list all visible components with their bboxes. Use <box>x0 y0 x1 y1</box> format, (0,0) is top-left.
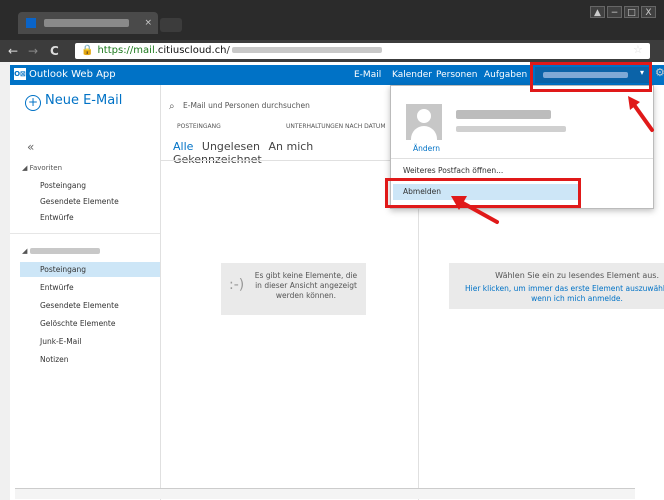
browser-titlebar: × ▲ − □ X <box>0 0 664 40</box>
tab-favicon-icon <box>26 17 36 28</box>
gear-icon[interactable]: ⚙ <box>655 66 664 79</box>
new-mail-button[interactable]: + Neue E-Mail <box>25 93 122 111</box>
filter-bar: Alle Ungelesen An mich Gekennzeichnet <box>173 140 391 166</box>
sort-by-date-button[interactable]: UNTERHALTUNGEN NACH DATUM <box>286 123 386 130</box>
url-scheme: https://mail. <box>97 45 158 56</box>
url-redacted <box>231 47 382 53</box>
nav-mail[interactable]: E-Mail <box>354 68 381 82</box>
tab-close-icon[interactable]: × <box>144 12 152 34</box>
folder-sent[interactable]: Gesendete Elemente <box>40 301 119 310</box>
reading-placeholder: Wählen Sie ein zu lesendes Element aus. … <box>449 263 664 309</box>
user-display-name-redacted <box>456 110 551 119</box>
link-line-1: Hier klicken, um immer das erste Element… <box>464 284 664 293</box>
profile-icon[interactable]: ▲ <box>590 6 605 18</box>
folder-divider <box>10 233 160 234</box>
maximize-button[interactable]: □ <box>624 6 639 18</box>
select-first-item-link[interactable]: Hier klicken, um immer das erste Element… <box>449 284 664 304</box>
smiley-icon: :-) <box>229 277 245 293</box>
mailbox-name-redacted <box>29 248 100 254</box>
red-arrow-icon <box>628 96 654 132</box>
empty-list-message: :-) Es gibt keine Elemente, die in diese… <box>221 263 366 315</box>
url-path: / <box>226 45 230 56</box>
bookmark-star-icon[interactable]: ☆ <box>633 43 643 56</box>
new-mail-label: Neue E-Mail <box>45 93 123 108</box>
message-list-pane: ⌕ E-Mail und Personen durchsuchen POSTEI… <box>160 85 391 500</box>
empty-list-text: Es gibt keine Elemente, die in dieser An… <box>254 271 358 300</box>
search-input[interactable]: E-Mail und Personen durchsuchen <box>183 101 310 110</box>
window-left-edge <box>0 62 10 500</box>
fav-sent[interactable]: Gesendete Elemente <box>40 197 119 206</box>
change-photo-link[interactable]: Ändern <box>413 144 440 153</box>
address-bar: ← → C 🔒 https://mail.citiuscloud.ch/ ☆ <box>0 40 664 62</box>
open-other-mailbox[interactable]: Weiteres Postfach öffnen... <box>403 166 503 175</box>
dropdown-divider <box>391 158 653 159</box>
reload-icon[interactable]: C <box>50 43 59 59</box>
owa-logo[interactable]: O⊠ Outlook Web App <box>14 68 116 82</box>
new-tab-button[interactable] <box>160 18 182 32</box>
url-domain: citiuscloud.ch <box>157 45 227 56</box>
plus-circle-icon: + <box>25 95 41 111</box>
close-window-button[interactable]: X <box>641 6 656 18</box>
back-arrow-icon[interactable]: ← <box>8 43 18 59</box>
expand-triangle-icon: ◢ <box>22 247 28 255</box>
url-field[interactable]: 🔒 https://mail.citiuscloud.ch/ <box>75 43 650 59</box>
forward-arrow-icon[interactable]: → <box>28 43 38 59</box>
filter-to-me[interactable]: An mich <box>268 140 313 153</box>
filter-unread[interactable]: Ungelesen <box>202 140 260 153</box>
folder-junk[interactable]: Junk-E-Mail <box>40 337 81 346</box>
avatar-body-shape <box>411 126 437 140</box>
avatar-head-shape <box>417 109 431 123</box>
tab-title-redacted <box>43 18 129 27</box>
owa-app-title: Outlook Web App <box>29 69 116 80</box>
favorites-header[interactable]: ◢ Favoriten <box>22 164 62 172</box>
fav-inbox[interactable]: Posteingang <box>40 181 86 190</box>
collapse-pane-icon[interactable]: « <box>27 140 34 154</box>
user-email-redacted <box>456 126 566 132</box>
filter-all[interactable]: Alle <box>173 140 193 153</box>
red-arrow-icon <box>451 196 499 224</box>
mailbox-header[interactable]: ◢ <box>22 247 100 255</box>
outlook-logo-icon: O⊠ <box>14 68 26 80</box>
folder-inbox[interactable]: Posteingang <box>20 262 170 277</box>
nav-people[interactable]: Personen <box>436 68 477 82</box>
horizontal-scrollbar[interactable] <box>15 488 635 499</box>
user-menu-highlight <box>530 62 652 92</box>
folder-pane: + Neue E-Mail « ◢ Favoriten Posteingang G… <box>10 85 170 500</box>
browser-tab[interactable]: × <box>18 12 158 34</box>
list-divider <box>161 160 391 161</box>
fav-drafts[interactable]: Entwürfe <box>40 213 74 222</box>
folder-notes[interactable]: Notizen <box>40 355 69 364</box>
nav-tasks[interactable]: Aufgaben <box>484 68 527 82</box>
minimize-button[interactable]: − <box>607 6 622 18</box>
link-line-2: wenn ich mich anmelde. <box>531 294 623 303</box>
nav-calendar[interactable]: Kalender <box>392 68 432 82</box>
lock-icon: 🔒 <box>81 45 94 56</box>
folder-drafts[interactable]: Entwürfe <box>40 283 74 292</box>
avatar <box>406 104 442 140</box>
folder-deleted[interactable]: Gelöschte Elemente <box>40 319 116 328</box>
reading-hint-text: Wählen Sie ein zu lesendes Element aus. <box>495 271 659 280</box>
inbox-column-header: POSTEINGANG <box>177 123 221 130</box>
search-icon[interactable]: ⌕ <box>169 101 175 112</box>
